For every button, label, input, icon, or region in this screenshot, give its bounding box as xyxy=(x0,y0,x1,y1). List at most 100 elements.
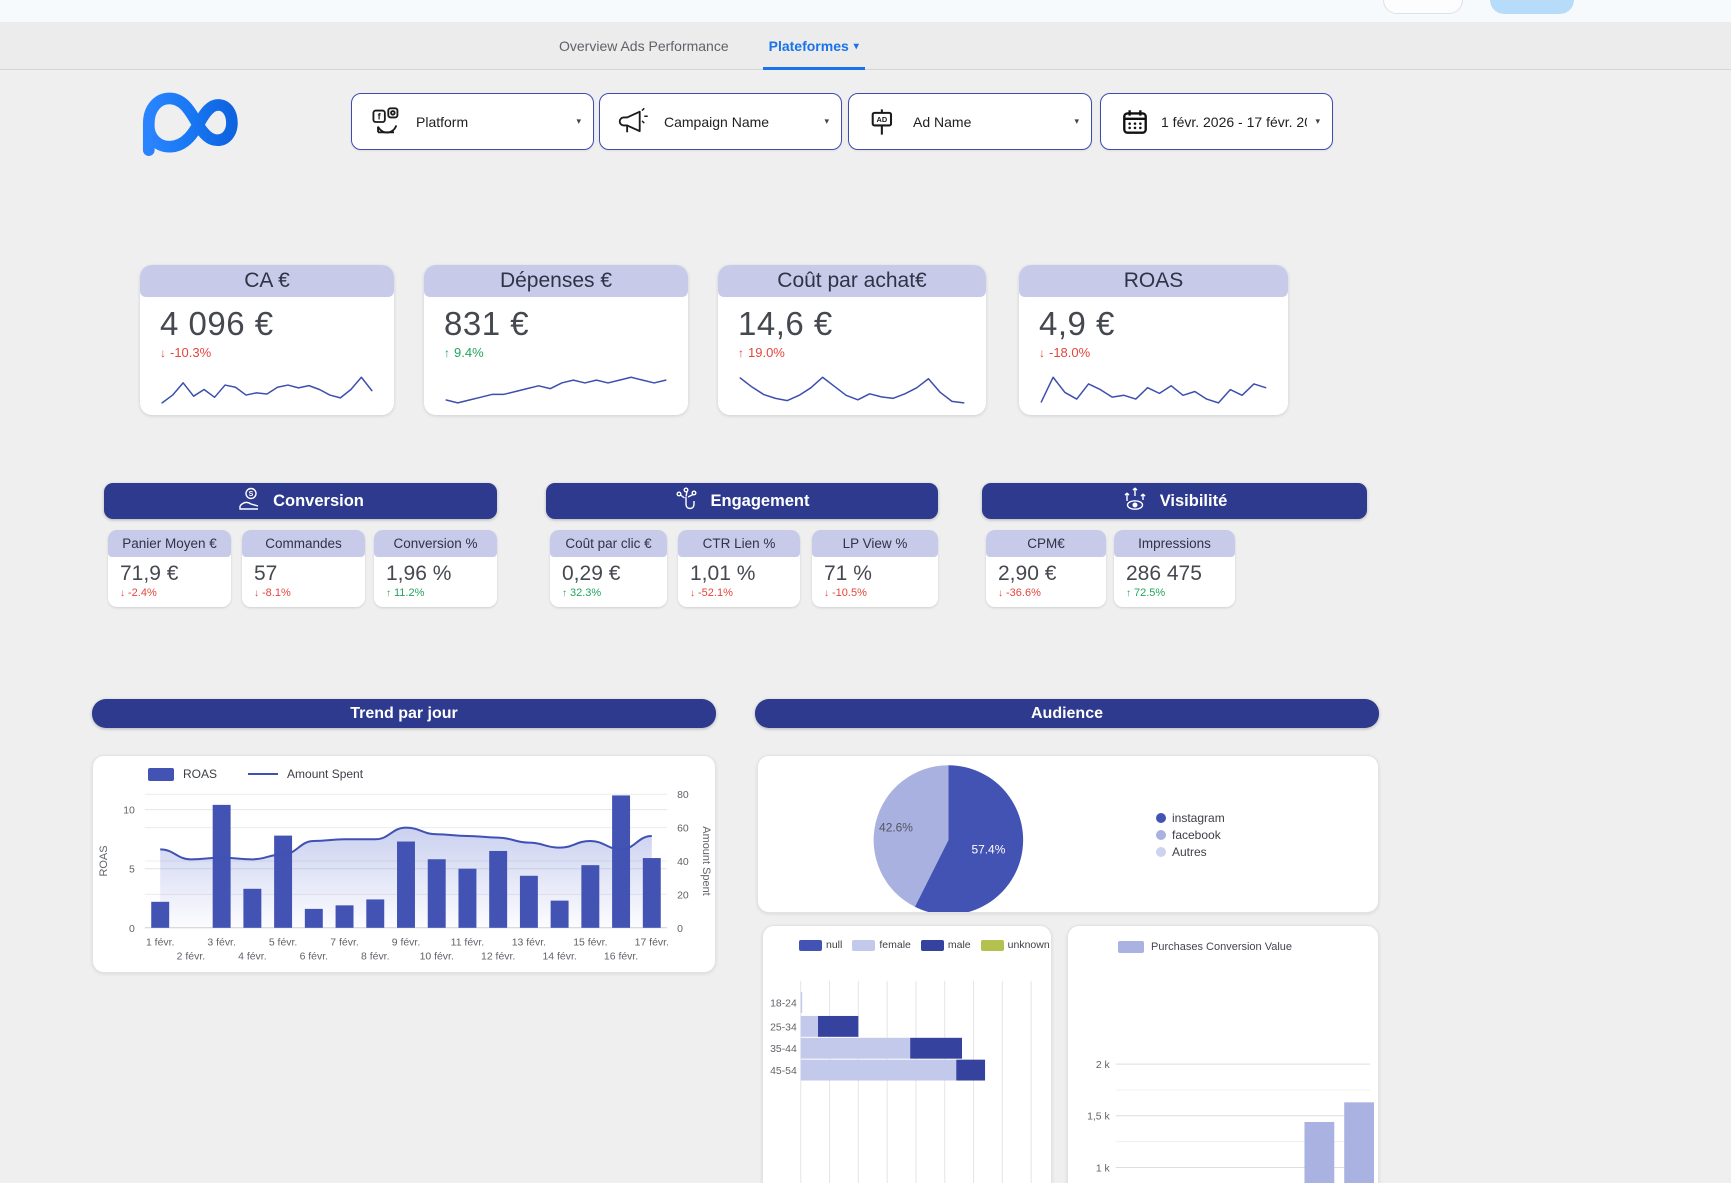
age-gender-legend: null female male unknown xyxy=(799,939,1050,951)
metric-value: 1,01 % xyxy=(690,562,756,585)
svg-text:15 févr.: 15 févr. xyxy=(573,938,607,949)
kpi-delta: ↓ -18.0% xyxy=(1019,343,1288,360)
svg-text:13 févr.: 13 févr. xyxy=(512,938,546,949)
ad-sign-icon: AD xyxy=(865,104,901,140)
metric-label: Impressions xyxy=(1114,530,1235,557)
toolbar-button-blue[interactable] xyxy=(1490,0,1574,14)
tab-plateformes[interactable]: Plateformes ▾ xyxy=(762,22,866,70)
metric-delta-value: -52.1% xyxy=(698,587,733,599)
age-gender-bar-chart[interactable]: 18-24 25-34 35-44 45-54 xyxy=(763,960,1051,1183)
platform-icon: f xyxy=(368,104,404,140)
svg-text:9 févr.: 9 févr. xyxy=(392,938,420,949)
unknown-swatch xyxy=(980,939,1004,951)
filter-date-range[interactable]: 1 févr. 2026 - 17 févr. 2026 ▾ xyxy=(1100,93,1333,150)
metric-delta: ↑ 32.3% xyxy=(550,586,667,599)
age-gender-chart-card[interactable]: null female male unknown 18-24 25-34 35-44… xyxy=(762,925,1052,1183)
legend-label: facebook xyxy=(1172,828,1221,842)
chevron-down-icon: ▾ xyxy=(576,116,581,126)
coin-hand-icon: S xyxy=(237,487,263,516)
metric-delta-value: -36.6% xyxy=(1006,587,1041,599)
kpi-sparkline xyxy=(1039,373,1268,405)
trend-arrow-icon: ↓ xyxy=(120,587,125,599)
legend-label: female xyxy=(879,939,911,951)
metric-label: Conversion % xyxy=(374,530,497,557)
trend-chart-card[interactable]: ROAS Amount Spent 0 5 10 0 20 40 60 80 1 févr. 2 … xyxy=(92,755,716,973)
kpi-card-roas: ROAS 4,9 € ↓ -18.0% xyxy=(1019,265,1288,415)
metric-delta-value: 32.3% xyxy=(570,587,602,599)
trend-arrow-icon: ↓ xyxy=(160,345,166,360)
kpi-card-ca: CA € 4 096 € ↓ -10.3% xyxy=(140,265,394,415)
kpi-delta-value: -10.3% xyxy=(170,345,212,360)
kpi-title: ROAS xyxy=(1019,265,1288,297)
group-title: Engagement xyxy=(710,491,810,510)
metric-card-conversion-pct: Conversion % 1,96 % ↑ 11.2% xyxy=(374,530,497,607)
audience-legend: instagram facebook Autres xyxy=(1156,811,1225,859)
svg-text:0: 0 xyxy=(677,924,683,935)
browser-topstrip xyxy=(0,0,1731,22)
svg-text:8 févr.: 8 févr. xyxy=(361,952,389,963)
filter-platform[interactable]: f Platform ▾ xyxy=(351,93,594,150)
kpi-title: CA € xyxy=(140,265,394,297)
legend-item-autres: Autres xyxy=(1156,845,1225,859)
kpi-card-depenses: Dépenses € 831 € ↑ 9.4% xyxy=(424,265,688,415)
legend-item-null: null xyxy=(799,939,842,951)
svg-text:f: f xyxy=(378,111,382,121)
filter-ad-name[interactable]: AD Ad Name ▾ xyxy=(848,93,1092,150)
tab-overview-ads-performance[interactable]: Overview Ads Performance xyxy=(553,22,735,70)
chevron-down-icon: ▾ xyxy=(1074,116,1079,126)
svg-text:2 k: 2 k xyxy=(1096,1060,1111,1071)
svg-text:57.4%: 57.4% xyxy=(971,842,1005,856)
svg-text:14 févr.: 14 févr. xyxy=(542,952,576,963)
toolbar-button-light[interactable] xyxy=(1383,0,1463,14)
chevron-down-icon: ▾ xyxy=(824,116,829,126)
svg-text:25-34: 25-34 xyxy=(770,1022,797,1033)
male-swatch xyxy=(920,939,944,951)
filter-campaign-name[interactable]: Campaign Name ▾ xyxy=(599,93,842,150)
svg-text:60: 60 xyxy=(677,824,689,835)
kpi-title: Coût par achat€ xyxy=(718,265,986,297)
section-header-audience: Audience xyxy=(755,699,1379,728)
metric-delta: ↑ 72.5% xyxy=(1114,586,1235,599)
metric-value: 286 475 xyxy=(1126,562,1202,585)
svg-text:6 févr.: 6 févr. xyxy=(300,952,328,963)
metric-value: 71 % xyxy=(824,562,872,585)
legend-label: unknown xyxy=(1007,939,1050,951)
group-header-conversion: S Conversion xyxy=(104,483,497,519)
svg-text:3 févr.: 3 févr. xyxy=(207,938,235,949)
purchases-bar-chart[interactable]: 2 k 1,5 k 1 k xyxy=(1068,956,1378,1183)
metric-delta: ↓ -2.4% xyxy=(108,586,231,599)
facebook-dot xyxy=(1156,830,1166,840)
legend-label: instagram xyxy=(1172,811,1225,825)
kpi-sparkline xyxy=(444,373,668,405)
trend-arrow-icon: ↑ xyxy=(444,345,450,360)
svg-text:7 févr.: 7 févr. xyxy=(330,938,358,949)
metric-value: 57 xyxy=(254,562,278,585)
filter-date-label: 1 févr. 2026 - 17 févr. 2026 xyxy=(1161,113,1307,130)
purchases-chart-card[interactable]: Purchases Conversion Value 2 k 1,5 k 1 k xyxy=(1067,925,1379,1183)
metric-card-impressions: Impressions 286 475 ↑ 72.5% xyxy=(1114,530,1235,607)
filter-ad-label: Ad Name xyxy=(913,113,972,130)
trend-arrow-icon: ↓ xyxy=(824,587,829,599)
svg-text:80: 80 xyxy=(677,790,689,801)
svg-text:1 févr.: 1 févr. xyxy=(146,938,174,949)
metric-card-cout-par-clic: Coût par clic € 0,29 € ↑ 32.3% xyxy=(550,530,667,607)
audience-chart-card[interactable]: 57.4% 42.6% instagram facebook Autres xyxy=(757,755,1379,913)
metric-delta-value: -2.4% xyxy=(128,587,157,599)
group-header-visibilite: Visibilité xyxy=(982,483,1367,519)
legend-item-unknown: unknown xyxy=(980,939,1050,951)
metric-label: Coût par clic € xyxy=(550,530,667,557)
metric-delta: ↑ 11.2% xyxy=(374,586,497,599)
trend-arrow-icon: ↑ xyxy=(738,345,744,360)
svg-text:10: 10 xyxy=(123,806,135,817)
metric-label: LP View % xyxy=(812,530,938,557)
metric-value: 0,29 € xyxy=(562,562,621,585)
metric-card-panier-moyen: Panier Moyen € 71,9 € ↓ -2.4% xyxy=(108,530,231,607)
metric-delta-value: -8.1% xyxy=(262,587,291,599)
trend-arrow-icon: ↓ xyxy=(254,587,259,599)
svg-text:35-44: 35-44 xyxy=(770,1044,797,1055)
legend-item-instagram: instagram xyxy=(1156,811,1225,825)
trend-combo-chart[interactable]: 0 5 10 0 20 40 60 80 1 févr.2 févr.3 févr.4 févr… xyxy=(93,756,715,974)
group-title: Conversion xyxy=(273,491,364,510)
audience-pie-chart[interactable]: 57.4% 42.6% xyxy=(758,756,1378,913)
kpi-card-cout-par-achat: Coût par achat€ 14,6 € ↑ 19.0% xyxy=(718,265,986,415)
